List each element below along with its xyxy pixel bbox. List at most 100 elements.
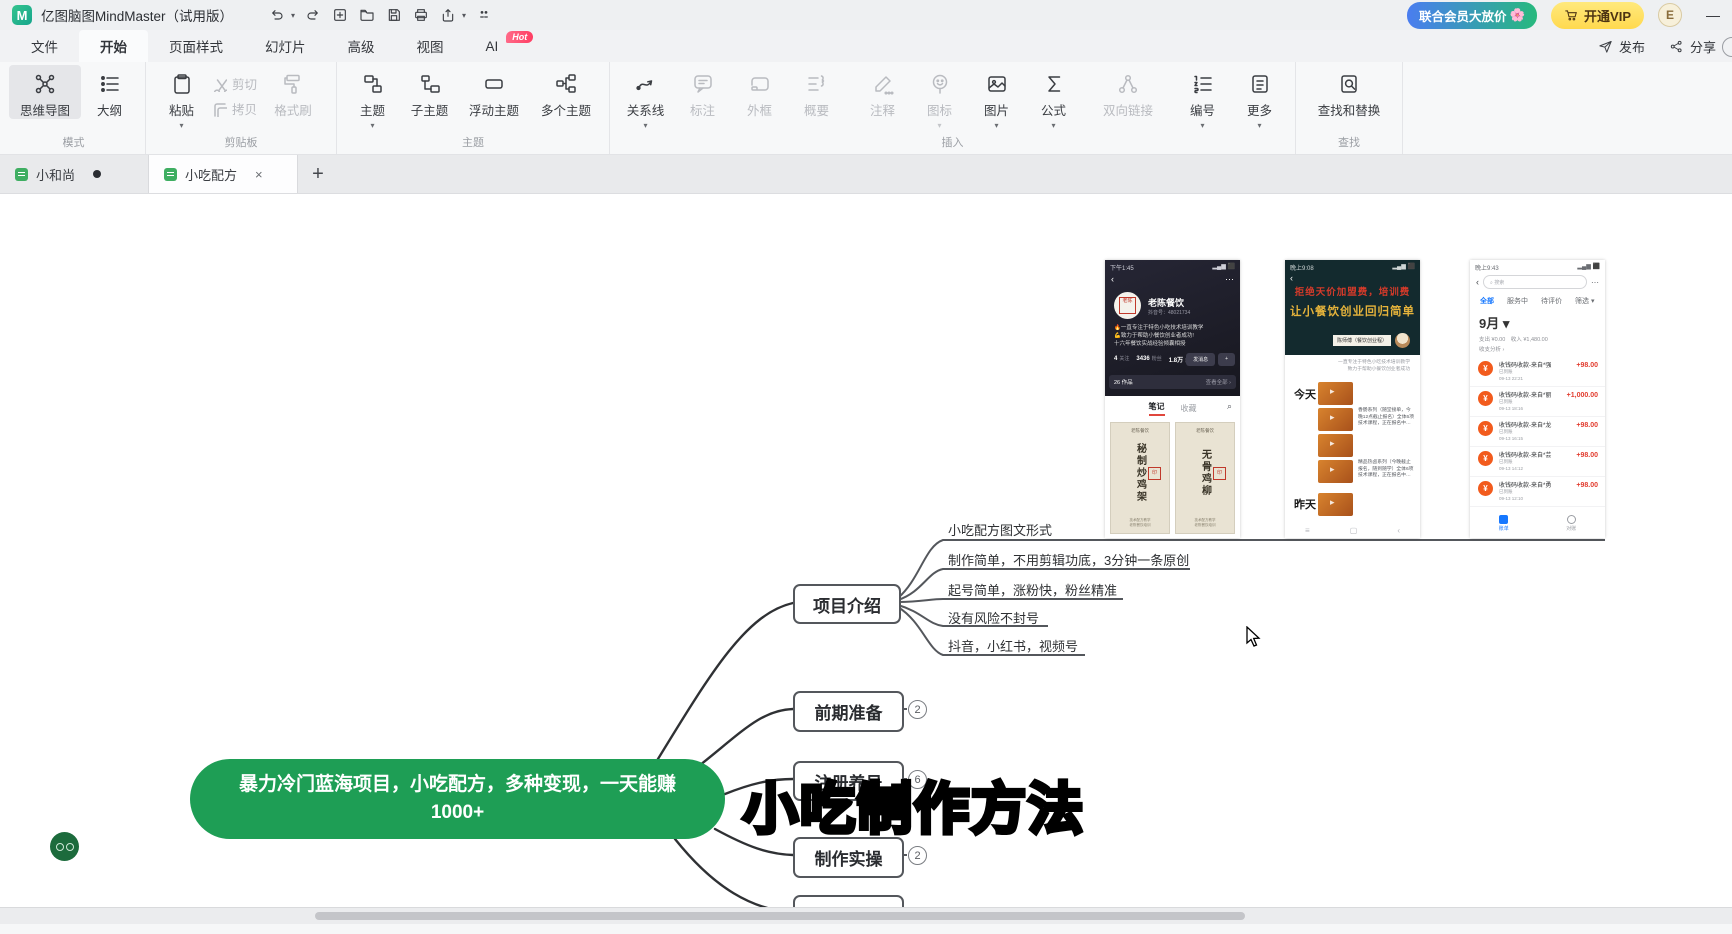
subtopic-5[interactable]: 抖音，小红书，视频号 [948, 636, 1078, 655]
collapse-badge[interactable]: 2 [908, 846, 927, 865]
subtopic-1[interactable]: 小吃配方图文形式 [948, 520, 1052, 539]
topic-button[interactable]: 主题▾ [344, 65, 401, 128]
boundary-button[interactable]: 外框 [731, 65, 788, 119]
floating-topic-button[interactable]: 浮动主题 [458, 65, 530, 119]
save-icon[interactable] [385, 6, 403, 24]
outline-mode-button[interactable]: 大纲 [81, 65, 138, 119]
video-thumbnail [1318, 493, 1353, 516]
edge-cut-icon[interactable] [1722, 37, 1732, 57]
status-icons: ▂▄▆ ⬛ [1392, 263, 1415, 272]
search-icon: ⌕ [1227, 401, 1232, 412]
attached-image-payment-records[interactable]: 晚上9:43▂▄▆ ⬛ ‹ ⌕ 搜索 ⋯ 全部 服务中 待评价 筛选 ▾ 9月 … [1470, 260, 1605, 538]
open-file-icon[interactable] [358, 6, 376, 24]
day-label-yesterday: 昨天 [1294, 496, 1316, 512]
overlay-video-title: 小吃制作方法 [743, 764, 1085, 844]
relationship-button[interactable]: 关系线▾ [617, 65, 674, 128]
subtopic-button[interactable]: 子主题 [401, 65, 458, 119]
bill-filter-tabs: 全部 服务中 待评价 筛选 ▾ [1470, 289, 1605, 306]
menu-advanced[interactable]: 高级 [327, 30, 396, 62]
topic-preparation[interactable]: 前期准备 [793, 691, 904, 732]
subtopic-2[interactable]: 制作简单，不用剪辑功底，3分钟一条原创 [948, 550, 1189, 569]
topic-project-intro[interactable]: 项目介绍 [793, 584, 901, 624]
topic-icon [361, 72, 385, 96]
video-thumbnail [1318, 434, 1353, 457]
post-text-1: 香肠系列（随堂接单，今晚12点截止报名）全体6项技术课程，正在报名中… [1358, 408, 1414, 428]
bidirectional-link-icon [1116, 72, 1140, 96]
export-caret-icon[interactable]: ▾ [462, 11, 466, 20]
undo-icon[interactable] [268, 6, 286, 24]
boundary-icon [748, 72, 772, 96]
undo-caret-icon[interactable]: ▾ [291, 11, 295, 20]
more-button[interactable]: 更多▾ [1231, 65, 1288, 128]
mindmap-canvas[interactable]: 暴力冷门蓝海项目，小吃配方，多种变现，一天能赚1000+ 项目介绍 前期准备 注… [0, 194, 1732, 934]
yuan-icon: ¥ [1478, 391, 1493, 406]
publish-button[interactable]: 发布 [1598, 37, 1645, 56]
cut-button[interactable]: 剪切 [210, 74, 257, 93]
callout-button[interactable]: 标注 [674, 65, 731, 119]
yuan-icon: ¥ [1478, 421, 1493, 436]
attached-image-douyin-profile[interactable]: 下午1:45▂▄▆ ⬛ ‹⋯ 老陈 老陈餐饮 抖音号：48021734 🔥一直专… [1105, 260, 1240, 538]
print-icon[interactable] [412, 6, 430, 24]
minimize-button[interactable]: — [1706, 7, 1720, 23]
menu-view[interactable]: 视图 [396, 30, 465, 62]
scrollbar-thumb[interactable] [315, 912, 1245, 920]
relationship-line-icon [634, 72, 658, 96]
formula-button[interactable]: 公式▾ [1025, 65, 1082, 128]
status-time: 晚上9:08 [1290, 263, 1314, 272]
multiple-topics-button[interactable]: 多个主题 [530, 65, 602, 119]
menu-page-style[interactable]: 页面样式 [148, 30, 244, 62]
copy-button[interactable]: 拷贝 [210, 99, 257, 118]
hyperlink-button[interactable]: 双向链接 [1082, 65, 1174, 119]
attached-image-promo-feed[interactable]: 晚上9:08▂▄▆ ⬛ ‹ 拒绝天价加盟费，培训费 让小餐饮创业回归简单 陈师傅… [1285, 260, 1420, 538]
paste-button[interactable]: 粘贴▾ [153, 65, 210, 128]
month-summary: 支出 ¥0.00 收入 ¥1,480.00 [1470, 332, 1605, 343]
format-painter-button[interactable]: 格式刷 [257, 65, 329, 119]
new-file-icon[interactable] [331, 6, 349, 24]
menu-ai[interactable]: AIHot [465, 30, 520, 62]
callout-icon [691, 72, 715, 96]
summary-button[interactable]: 概要 [788, 65, 845, 119]
root-topic[interactable]: 暴力冷门蓝海项目，小吃配方，多种变现，一天能赚1000+ [190, 759, 725, 839]
subtopic-4[interactable]: 没有风险不封号 [948, 608, 1039, 627]
profile-id: 抖音号：48021734 [1148, 309, 1190, 316]
doc-tab-1[interactable]: 小和尚 [0, 155, 149, 193]
comment-button[interactable]: 注释 [854, 65, 911, 119]
menu-file[interactable]: 文件 [10, 30, 79, 62]
cart-icon [1564, 8, 1578, 22]
yuan-icon: ¥ [1478, 481, 1493, 496]
search-pill: ⌕ 搜索 [1483, 275, 1587, 289]
export-icon[interactable] [439, 6, 457, 24]
app-title: 亿图脑图MindMaster（试用版） [41, 5, 233, 25]
user-avatar[interactable]: E [1658, 3, 1682, 27]
pencil-icon [871, 72, 895, 96]
open-vip-button[interactable]: 开通VIP [1551, 2, 1644, 29]
find-replace-icon [1337, 72, 1361, 96]
collapse-badge[interactable]: 2 [908, 700, 927, 719]
mindmap-mode-button[interactable]: 思维导图 [9, 65, 81, 119]
paper-plane-icon [1598, 39, 1613, 54]
doc-tab-2[interactable]: 小吃配方 × [149, 155, 298, 193]
android-nav-bar: ≡▢‹ [1285, 526, 1420, 535]
share-nodes-icon [1669, 39, 1684, 54]
subtopic-icon [418, 72, 442, 96]
icon-button[interactable]: 图标▾ [911, 65, 968, 128]
paste-icon [170, 72, 194, 96]
subtopic-3[interactable]: 起号简单，涨粉快，粉丝精准 [948, 580, 1117, 599]
member-promo-badge[interactable]: 联合会员大放价🌸 [1407, 2, 1537, 29]
picture-icon [985, 72, 1009, 96]
customize-toolbar-icon[interactable] [475, 6, 493, 24]
app-window: M 亿图脑图MindMaster（试用版） ▾ ▾ 联合会员大放价🌸 开通VIP… [0, 0, 1732, 932]
bill-row: ¥ 收钱码收款-来自*丽已到账 09-13 18:16+1,000.00 [1470, 386, 1605, 417]
horizontal-scrollbar[interactable] [0, 907, 1732, 924]
floating-assistant-button[interactable] [50, 832, 79, 861]
numbering-button[interactable]: 编号▾ [1174, 65, 1231, 128]
new-tab-button[interactable]: + [298, 155, 338, 193]
close-tab-icon[interactable]: × [255, 167, 263, 182]
share-button[interactable]: 分享 [1669, 37, 1716, 56]
ribbon-group-mode: 思维导图 大纲 模式 [2, 62, 146, 154]
picture-button[interactable]: 图片▾ [968, 65, 1025, 128]
menu-home[interactable]: 开始 [79, 30, 148, 62]
find-replace-button[interactable]: 查找和替换 [1303, 65, 1395, 119]
menu-slides[interactable]: 幻灯片 [244, 30, 327, 62]
redo-icon[interactable] [304, 6, 322, 24]
